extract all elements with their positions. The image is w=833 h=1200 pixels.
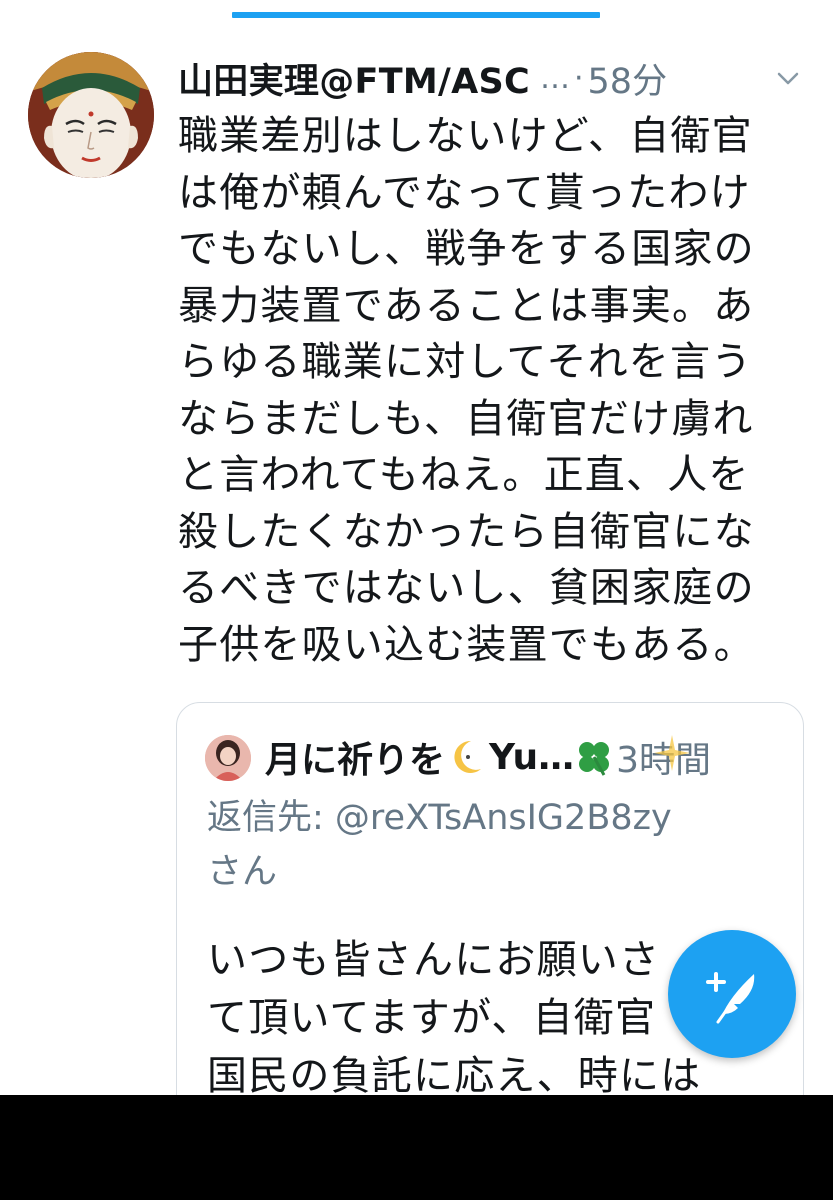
tab-indicator bbox=[232, 12, 600, 18]
reply-to-label[interactable]: 返信先: @reXTsAnsIG2B8zy bbox=[207, 791, 777, 845]
sparkle-icon bbox=[654, 735, 691, 771]
reply-to-suffix: さん bbox=[207, 852, 278, 892]
crescent-moon-icon bbox=[454, 740, 482, 773]
reply-to-line: 返信先: @reXTsAnsIG2B8zy さん bbox=[207, 791, 777, 899]
compose-tweet-button[interactable] bbox=[668, 930, 796, 1058]
compose-tweet-icon bbox=[706, 972, 755, 1024]
avatar-image bbox=[28, 52, 154, 178]
four-leaf-clover-icon bbox=[579, 742, 610, 776]
quote-timestamp-wrap: 3時間 bbox=[616, 731, 711, 783]
tweet-header: 山田実理@FTM/ASC … · 58分 bbox=[178, 50, 808, 106]
quote-author-avatar bbox=[205, 735, 251, 781]
tweet-screen: 山田実理@FTM/ASC … · 58分 職業差別はしないけど、自衛官 は俺が頼… bbox=[0, 0, 833, 1200]
tweet-timestamp[interactable]: 58分 bbox=[588, 53, 668, 104]
quote-avatar-image bbox=[205, 735, 251, 781]
quote-header: 月に祈りを Yu… 3時間 bbox=[265, 727, 795, 787]
separator-dot: · bbox=[573, 60, 584, 96]
author-avatar[interactable] bbox=[28, 52, 154, 178]
author-name[interactable]: 山田実理@FTM/ASC bbox=[178, 53, 530, 104]
quote-author-name-suffix: Yu… bbox=[489, 736, 575, 778]
tweet-text: 職業差別はしないけど、自衛官 は俺が頼んでなって貰ったわけ でもないし、戦争をす… bbox=[178, 113, 755, 668]
quoted-tweet-card[interactable]: 月に祈りを Yu… 3時間 返信先: @reXTsAnsIG2B8zy さん い… bbox=[176, 702, 804, 1162]
name-ellipsis: … bbox=[539, 60, 570, 96]
system-navigation-bar bbox=[0, 1095, 833, 1200]
quote-author-name: 月に祈りを bbox=[265, 740, 446, 781]
chevron-down-icon[interactable] bbox=[774, 64, 802, 92]
